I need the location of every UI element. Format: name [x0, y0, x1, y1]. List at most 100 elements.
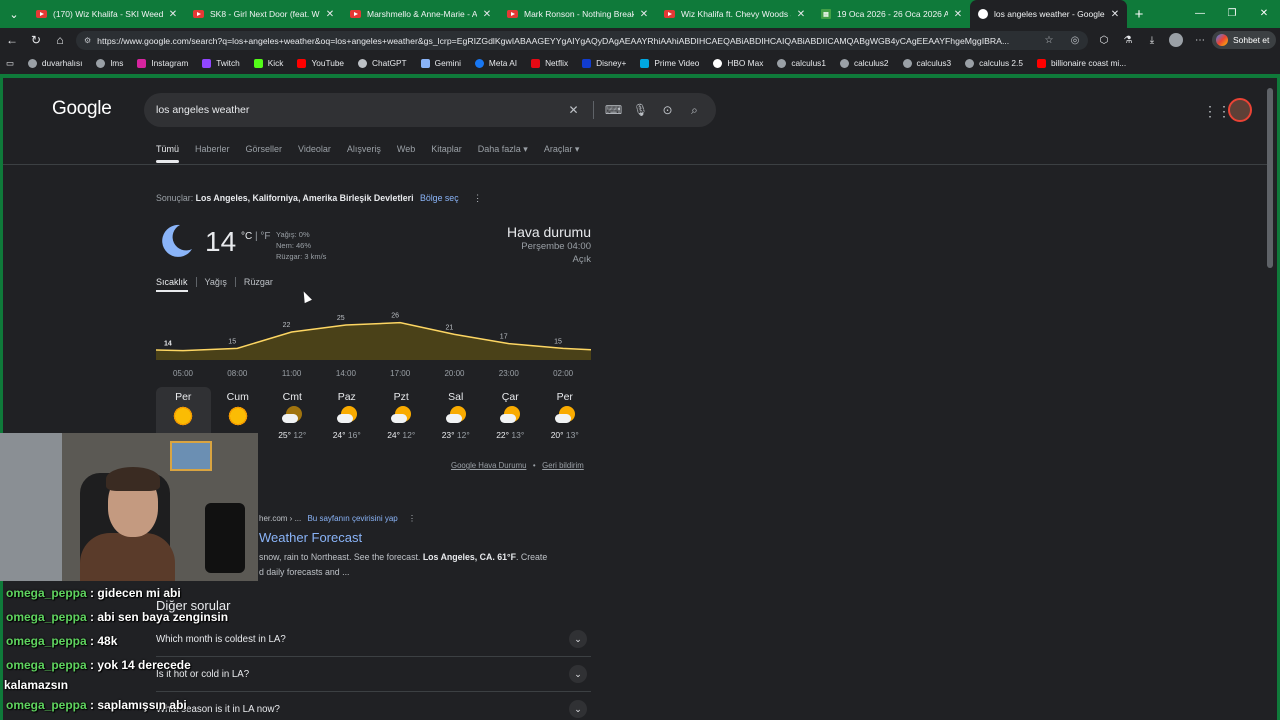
- bookmark-item[interactable]: Gemini: [420, 58, 461, 68]
- address-bar[interactable]: ⚙ https://www.google.com/search?q=los+an…: [76, 31, 1088, 50]
- tab-precipitation[interactable]: Yağış: [205, 277, 236, 287]
- keyboard-icon[interactable]: ⌨: [600, 103, 627, 117]
- chat-button[interactable]: Sohbet et: [1212, 31, 1276, 49]
- reload-icon[interactable]: ↻: [24, 33, 48, 47]
- tab-title: los angeles weather - Google'da A: [994, 9, 1105, 19]
- browser-tab[interactable]: Wiz Khalifa ft. Chevy Woods and M ✕: [656, 0, 813, 28]
- fahrenheit-button[interactable]: °F: [260, 231, 270, 242]
- chevron-down-icon[interactable]: ⌄: [569, 630, 587, 648]
- bookmark-item[interactable]: Twitch: [202, 58, 240, 68]
- browser-tab[interactable]: Marshmello & Anne-Marie - Arka ✕: [342, 0, 499, 28]
- window-controls: — ❐ ✕: [1184, 0, 1280, 28]
- browser-tab[interactable]: SK8 - Girl Next Door (feat. Wiz Kha ✕: [185, 0, 342, 28]
- close-tab-icon[interactable]: ✕: [481, 9, 493, 20]
- forecast-day[interactable]: Pzt 24° 12°: [374, 387, 429, 453]
- chevron-down-icon[interactable]: ⌄: [569, 700, 587, 718]
- tab-wind[interactable]: Rüzgar: [244, 277, 281, 287]
- search-input[interactable]: los angeles weather: [156, 104, 249, 116]
- bookmark-item[interactable]: calculus2: [839, 58, 889, 68]
- close-tab-icon[interactable]: ✕: [167, 9, 179, 20]
- bookmark-label: calculus1: [791, 58, 826, 68]
- browser-tab[interactable]: (170) Wiz Khalifa - SKI Weedmix [(✕: [28, 0, 185, 28]
- result-title[interactable]: Weather Forecast: [259, 530, 362, 545]
- sunny-icon: [173, 406, 194, 426]
- bookmark-item[interactable]: calculus3: [902, 58, 951, 68]
- minimize-icon[interactable]: —: [1184, 0, 1216, 28]
- lab-icon[interactable]: ⚗: [1116, 35, 1140, 46]
- chat-username: omega_peppa: [6, 658, 87, 672]
- account-avatar[interactable]: [1228, 98, 1252, 122]
- tab-temperature[interactable]: Sıcaklık: [156, 277, 197, 292]
- bookmark-item[interactable]: billionaire coast mi...: [1036, 58, 1126, 68]
- bookmark-item[interactable]: Kick: [253, 58, 283, 68]
- search-box[interactable]: los angeles weather ✕ ⌨ 🎙 ⊙ ⌕: [144, 93, 716, 127]
- profile-avatar[interactable]: [1169, 33, 1183, 47]
- close-window-icon[interactable]: ✕: [1248, 0, 1280, 28]
- bookmark-item[interactable]: calculus 2.5: [965, 58, 1023, 68]
- browser-tab[interactable]: Mark Ronson - Nothing Breaks Lik ✕: [499, 0, 656, 28]
- location-icon[interactable]: ◎: [1062, 35, 1088, 46]
- chevron-down-icon[interactable]: ⌄: [569, 665, 587, 683]
- webcam-person-body: [80, 533, 175, 581]
- back-arrow-icon[interactable]: ←: [0, 33, 24, 47]
- bookmark-item[interactable]: duvarhalısı: [27, 58, 82, 68]
- browser-tab-active[interactable]: los angeles weather - Google'da A ✕: [970, 0, 1127, 28]
- sunny-icon: [227, 406, 248, 426]
- scrollbar[interactable]: [1267, 88, 1273, 268]
- translate-link[interactable]: Bu sayfanın çevirisini yap: [307, 514, 397, 523]
- extension-icon[interactable]: ⬡: [1092, 35, 1116, 46]
- bookmarks-menu-icon[interactable]: ▭: [6, 58, 14, 68]
- google-logo[interactable]: Google: [52, 98, 112, 120]
- forecast-day[interactable]: Sal 23° 12°: [429, 387, 484, 453]
- bookmark-item[interactable]: Disney+: [582, 58, 626, 68]
- celsius-button[interactable]: °C: [241, 231, 252, 242]
- forecast-day[interactable]: Cmt 25° 12°: [265, 387, 320, 453]
- clear-icon[interactable]: ✕: [560, 103, 587, 117]
- download-icon[interactable]: ⤓: [1140, 35, 1164, 46]
- forecast-day[interactable]: Çar 22° 13°: [483, 387, 538, 453]
- lens-icon[interactable]: ⊙: [654, 103, 681, 117]
- bookmark-item[interactable]: calculus1: [777, 58, 826, 68]
- tab-more[interactable]: Daha fazla ▾: [478, 144, 528, 155]
- forecast-day-name: Cum: [226, 391, 249, 403]
- forecast-day[interactable]: Per 20° 13°: [538, 387, 593, 453]
- bookmark-star-icon[interactable]: ☆: [1036, 35, 1062, 46]
- close-tab-icon[interactable]: ✕: [952, 9, 964, 20]
- tab-news[interactable]: Haberler: [195, 144, 230, 155]
- tab-tools[interactable]: Araçlar ▾: [544, 144, 580, 155]
- search-icon[interactable]: ⌕: [681, 103, 708, 118]
- tab-books[interactable]: Kitaplar: [431, 144, 462, 155]
- result-url[interactable]: her.com › ...: [259, 514, 301, 523]
- feedback-link[interactable]: Geri bildirim: [542, 461, 584, 470]
- choose-region-link[interactable]: Bölge seç: [420, 193, 459, 203]
- restore-icon[interactable]: ❐: [1216, 0, 1248, 28]
- bookmark-item[interactable]: ChatGPT: [358, 58, 407, 68]
- more-options-icon[interactable]: ⋮: [473, 193, 482, 203]
- close-tab-icon[interactable]: ✕: [795, 9, 807, 20]
- close-tab-icon[interactable]: ✕: [1109, 9, 1121, 20]
- bookmark-item[interactable]: YouTube: [297, 58, 344, 68]
- bookmark-item[interactable]: Netflix: [531, 58, 568, 68]
- home-icon[interactable]: ⌂: [48, 33, 72, 47]
- tab-videos[interactable]: Videolar: [298, 144, 331, 155]
- tab-shopping[interactable]: Alışveriş: [347, 144, 381, 155]
- new-tab-button[interactable]: +: [1127, 6, 1151, 23]
- browser-tab[interactable]: ▤ 19 Oca 2026 - 26 Oca 2026 Antaly ✕: [813, 0, 970, 28]
- forecast-day[interactable]: Paz 24° 16°: [320, 387, 375, 453]
- bookmark-item[interactable]: Instagram: [137, 58, 188, 68]
- close-tab-icon[interactable]: ✕: [638, 9, 650, 20]
- microphone-icon[interactable]: 🎙: [627, 103, 654, 117]
- bookmark-item[interactable]: HBO Max: [713, 58, 763, 68]
- google-weather-link[interactable]: Google Hava Durumu: [451, 461, 526, 470]
- tab-search-chevron-icon[interactable]: ⌄: [0, 0, 28, 28]
- more-options-icon[interactable]: ⋮: [408, 514, 416, 523]
- bookmark-item[interactable]: Meta AI: [474, 58, 517, 68]
- site-info-icon[interactable]: ⚙: [84, 36, 91, 45]
- tab-web[interactable]: Web: [397, 144, 415, 155]
- menu-dots-icon[interactable]: ⋯: [1188, 35, 1212, 46]
- bookmark-item[interactable]: lms: [96, 58, 123, 68]
- bookmark-item[interactable]: Prime Video: [640, 58, 699, 68]
- tab-all[interactable]: Tümü: [156, 144, 180, 163]
- close-tab-icon[interactable]: ✕: [324, 9, 336, 20]
- tab-images[interactable]: Görseller: [246, 144, 283, 155]
